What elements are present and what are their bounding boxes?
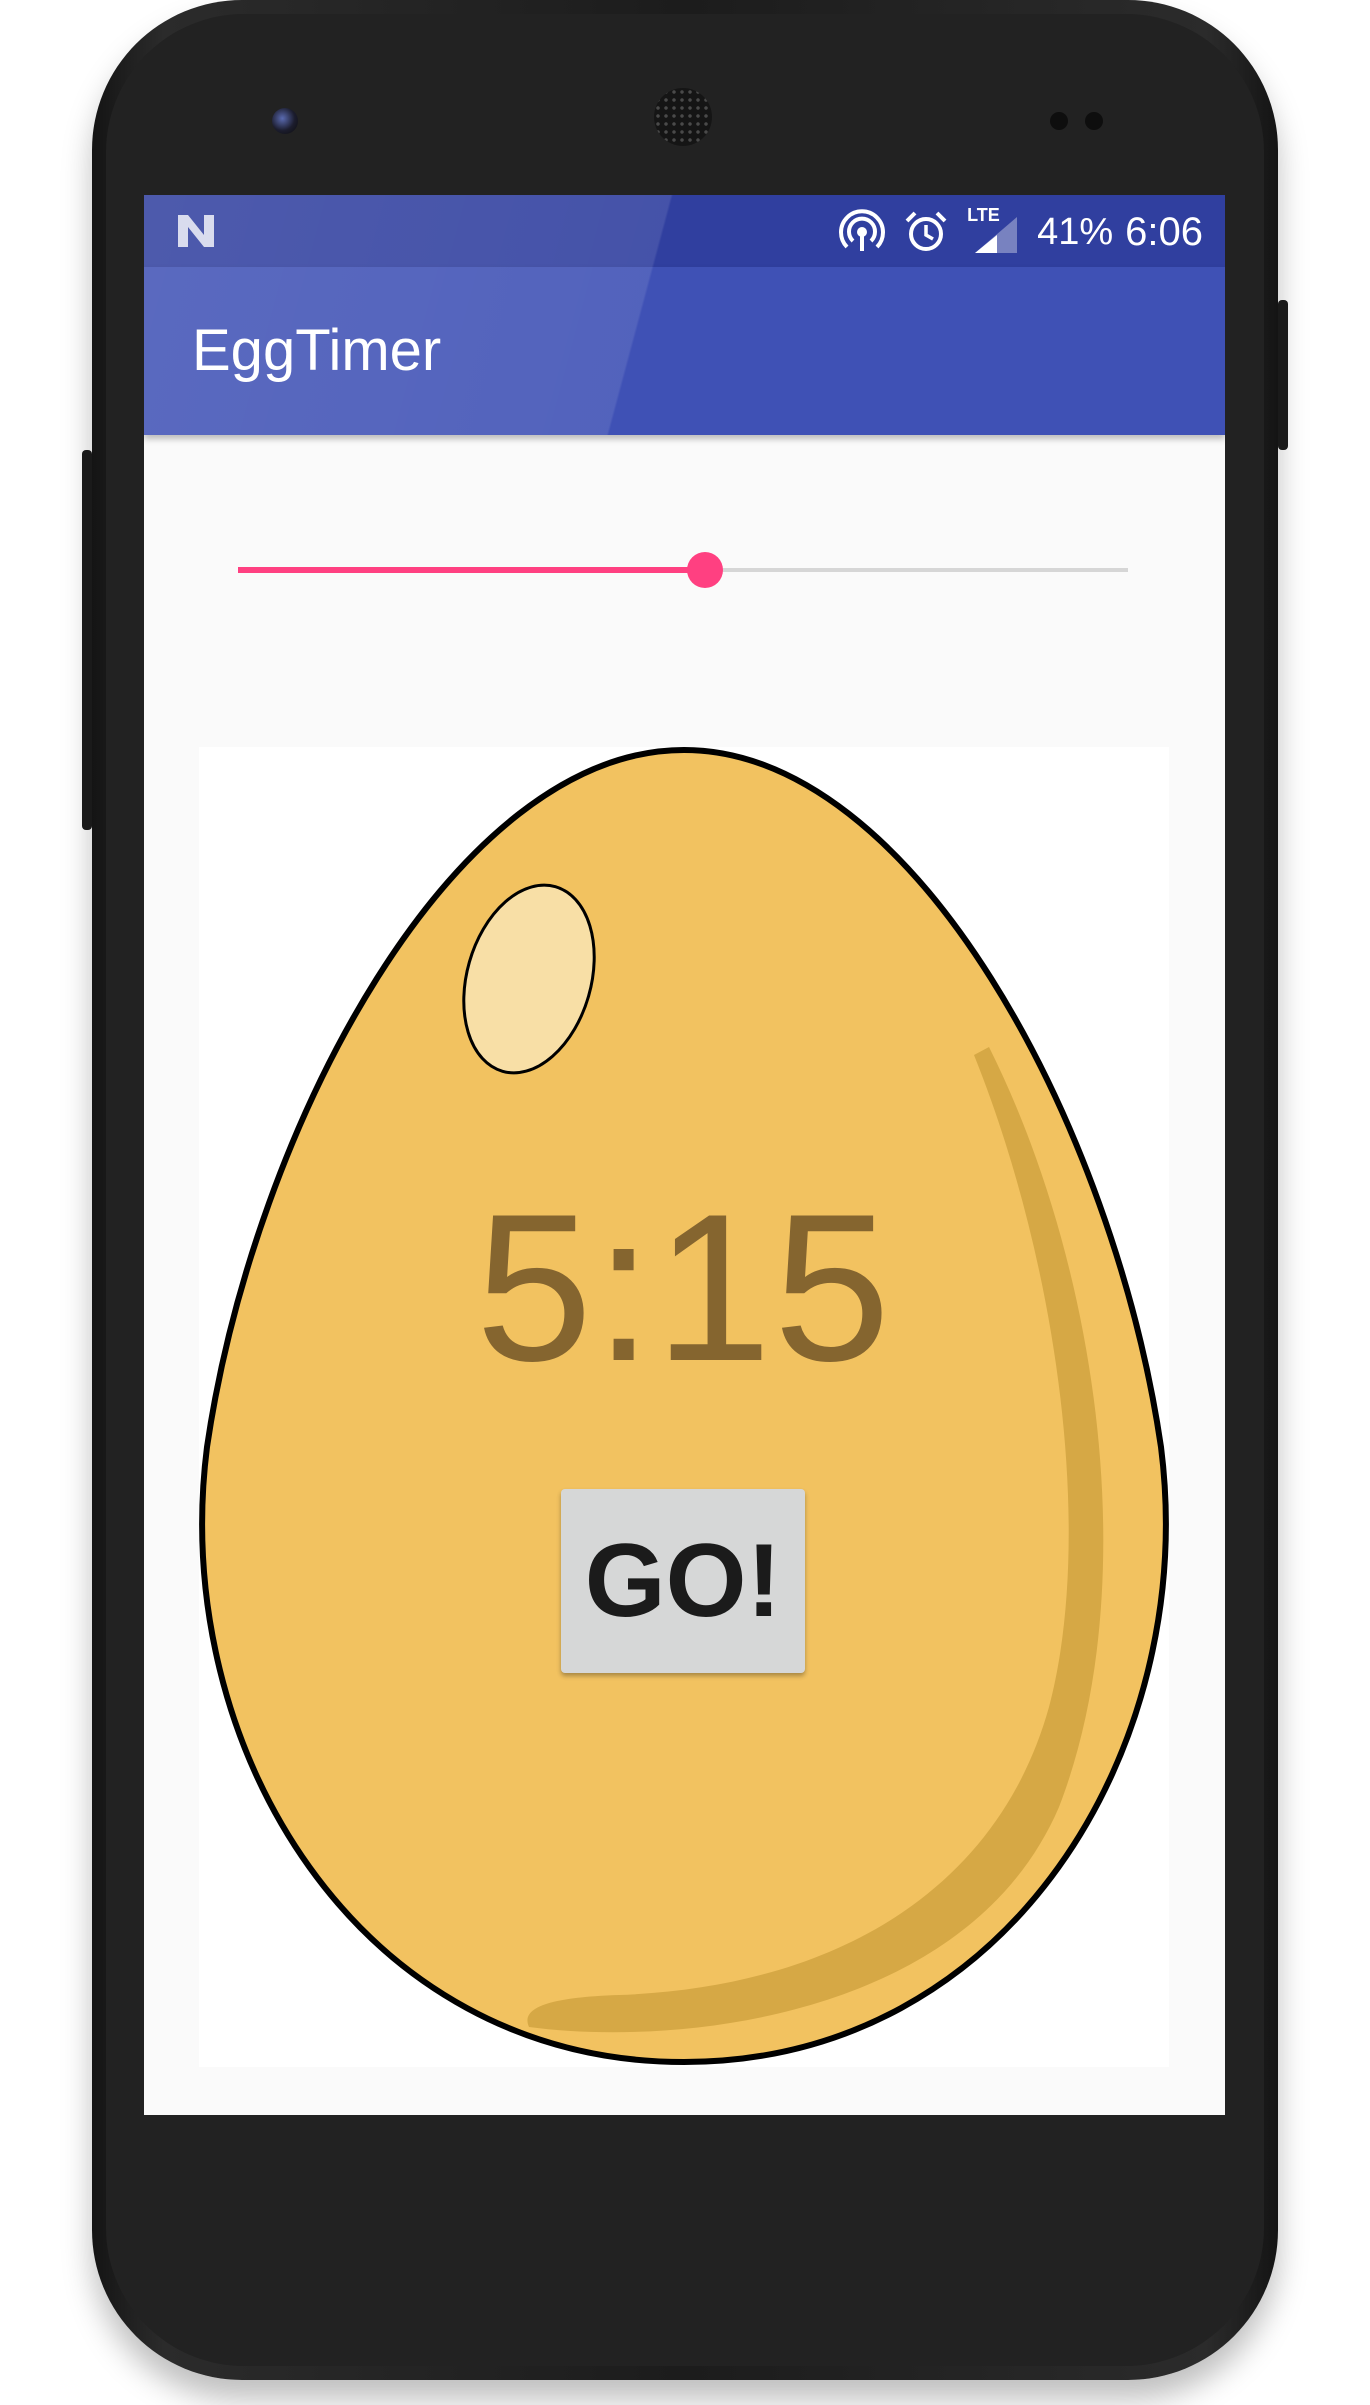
battery-percent: 41% bbox=[1037, 210, 1114, 253]
status-bar: LTE 41% 6:06 bbox=[144, 195, 1225, 267]
phone-volume-button bbox=[82, 450, 92, 830]
timer-display: 5:15 bbox=[475, 1170, 893, 1405]
status-right-group: LTE 41% 6:06 bbox=[839, 205, 1203, 257]
app-screen: LTE 41% 6:06 EggTimer 5:15 GO! bbox=[144, 195, 1225, 2115]
phone-side-button bbox=[1278, 300, 1288, 450]
n-notification-icon bbox=[178, 215, 214, 247]
timer-seekbar[interactable] bbox=[238, 540, 1128, 600]
light-sensor bbox=[1085, 112, 1103, 130]
app-toolbar: EggTimer bbox=[144, 267, 1225, 435]
app-title: EggTimer bbox=[192, 318, 442, 383]
seekbar-progress bbox=[238, 567, 706, 573]
go-button[interactable]: GO! bbox=[561, 1489, 805, 1673]
egg-image-container: 5:15 GO! bbox=[199, 747, 1169, 2067]
alarm-icon bbox=[905, 211, 947, 251]
earpiece-speaker bbox=[654, 88, 712, 146]
seekbar-thumb[interactable] bbox=[687, 552, 724, 588]
hotspot-icon bbox=[839, 209, 886, 251]
status-clock: 6:06 bbox=[1125, 209, 1203, 254]
front-camera bbox=[272, 108, 298, 134]
proximity-sensor bbox=[1050, 112, 1068, 130]
lte-signal-icon: LTE bbox=[967, 205, 1019, 257]
